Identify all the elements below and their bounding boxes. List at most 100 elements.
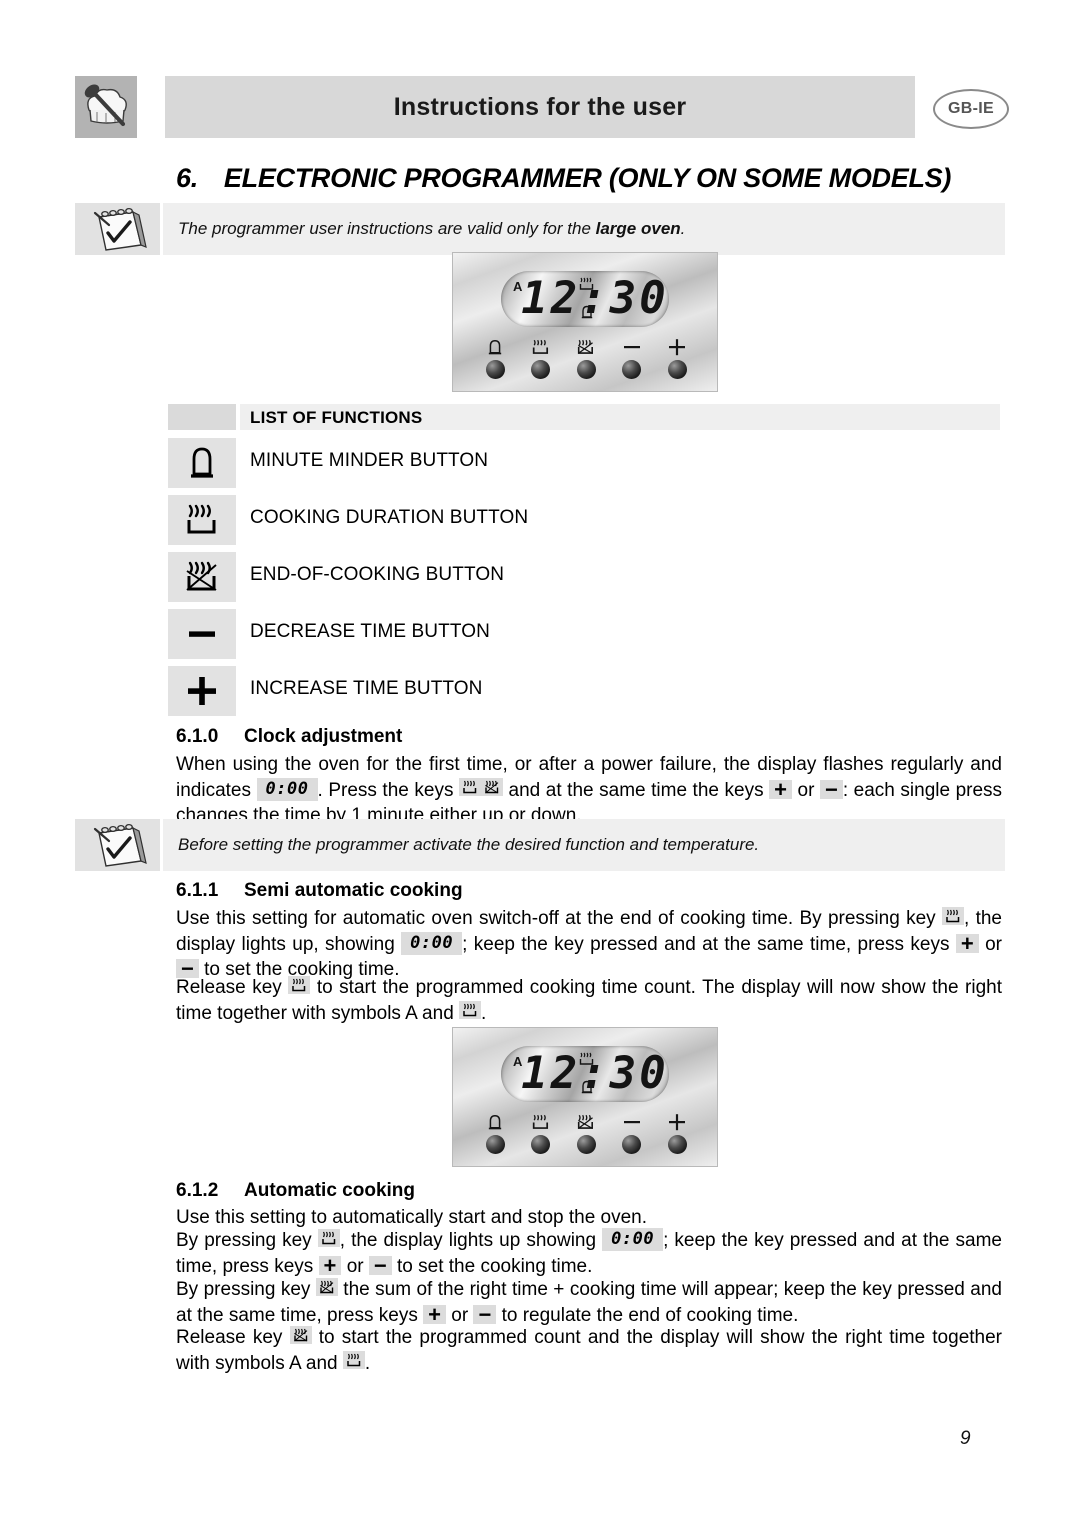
programmer-panel: A 12:30 (452, 252, 718, 392)
lcd-display: A 12:30 (501, 271, 669, 327)
minus-icon (168, 609, 236, 659)
minute-minder-icon (168, 438, 236, 488)
subsection-title: Clock adjustment (244, 726, 403, 747)
note-text: The programmer user instructions are val… (178, 219, 686, 238)
button-knob[interactable] (576, 1135, 596, 1154)
button-knob[interactable] (531, 1135, 550, 1154)
button-knob[interactable] (576, 360, 596, 379)
page-number: 9 (960, 1428, 971, 1449)
function-label: MINUTE MINDER BUTTON (250, 450, 489, 471)
cooking-duration-icon (459, 1001, 482, 1020)
button-knob[interactable] (531, 360, 550, 379)
function-row: END-OF-COOKING BUTTON (168, 552, 1000, 602)
function-label: DECREASE TIME BUTTON (250, 621, 490, 642)
function-row: MINUTE MINDER BUTTON (168, 438, 1000, 488)
cooking-duration-icon (317, 1228, 340, 1247)
plus-icon: + (769, 778, 792, 800)
subsection-heading-automatic: 6.1.2 Automatic cooking (176, 1180, 415, 1202)
lcd-zero-time-chip: 0:00 (401, 931, 463, 955)
header-swatch (168, 404, 236, 430)
subsection-number: 6.1.2 (176, 1180, 219, 1201)
section-number: 6. (176, 163, 198, 193)
cooking-duration-icon (288, 975, 311, 994)
button-knob[interactable] (622, 1135, 641, 1154)
semi-automatic-paragraph-2: Release key to start the programmed cook… (176, 975, 1003, 1024)
lcd-time-value: 12:30 (521, 273, 669, 324)
note-box: The programmer user instructions are val… (75, 203, 1005, 255)
button-end-of-cooking[interactable] (566, 337, 606, 379)
plus-icon (667, 1112, 687, 1132)
end-of-cooking-icon (289, 1325, 312, 1344)
cooking-duration-icon (532, 1112, 550, 1132)
button-end-of-cooking[interactable] (566, 1112, 606, 1154)
plus-icon: + (955, 932, 979, 954)
lcd-time-value: 12:30 (521, 1048, 669, 1099)
button-decrease-time[interactable] (612, 337, 652, 379)
end-of-cooking-icon (577, 337, 595, 357)
subsection-heading-semi-automatic: 6.1.1 Semi automatic cooking (176, 880, 463, 902)
end-of-cooking-icon (577, 1112, 595, 1132)
button-knob[interactable] (485, 1135, 505, 1154)
subsection-number: 6.1.0 (176, 726, 219, 747)
minus-icon (622, 1112, 642, 1132)
minus-icon: − (368, 1254, 392, 1276)
function-row: INCREASE TIME BUTTON (168, 666, 1000, 716)
subsection-heading-clock: 6.1.0 Clock adjustment (176, 726, 402, 748)
cooking-duration-icon (532, 337, 550, 357)
minus-icon (622, 337, 642, 357)
function-row: DECREASE TIME BUTTON (168, 609, 1000, 659)
button-increase-time[interactable] (657, 1112, 697, 1154)
notepad-check-icon (75, 819, 160, 871)
lcd-minute-minder-icon (581, 305, 593, 319)
function-label: COOKING DURATION BUTTON (250, 507, 529, 528)
note-body: The programmer user instructions are val… (163, 203, 1005, 255)
page-title: Instructions for the user (393, 92, 687, 121)
lcd-cooking-duration-icon (579, 1052, 594, 1065)
lcd-cooking-duration-icon (579, 277, 594, 290)
automatic-paragraph-3: By pressing key the sum of the right tim… (176, 1277, 1002, 1327)
subsection-title: Semi automatic cooking (244, 880, 463, 901)
section-title-text: ELECTRONIC PROGRAMMER (ONLY ON SOME MODE… (223, 163, 952, 193)
plus-icon: + (318, 1254, 342, 1276)
lcd-zero-time-chip: 0:00 (602, 1228, 664, 1252)
plus-icon: + (423, 1303, 446, 1325)
notepad-check-icon (75, 203, 160, 255)
function-label: END-OF-COOKING BUTTON (250, 564, 505, 585)
list-of-functions-header: LIST OF FUNCTIONS (168, 404, 1000, 430)
plus-icon (168, 666, 236, 716)
function-label: INCREASE TIME BUTTON (250, 678, 483, 699)
button-minute-minder[interactable] (475, 337, 515, 379)
list-of-functions-label: LIST OF FUNCTIONS (250, 408, 423, 427)
note-box: Before setting the programmer activate t… (75, 819, 1005, 871)
automatic-paragraph-4: Release key to start the programmed coun… (176, 1325, 1003, 1374)
cooking-duration-icon (941, 906, 964, 925)
button-minute-minder[interactable] (475, 1112, 515, 1154)
cooking-duration-icon (459, 778, 481, 797)
button-knob[interactable] (622, 360, 641, 379)
button-cooking-duration[interactable] (521, 337, 561, 379)
cooking-duration-icon (342, 1351, 365, 1370)
button-knob[interactable] (667, 1135, 687, 1154)
minute-minder-icon (488, 337, 502, 357)
end-of-cooking-icon (481, 778, 503, 797)
chef-hat-spoon-icon (75, 76, 137, 138)
button-knob[interactable] (667, 360, 687, 379)
lcd-minute-minder-icon (581, 1080, 593, 1094)
semi-automatic-paragraph-1: Use this setting for automatic oven swit… (176, 906, 1003, 982)
function-row: COOKING DURATION BUTTON (168, 495, 1000, 545)
cooking-duration-icon (168, 495, 236, 545)
minute-minder-icon (488, 1112, 502, 1132)
button-decrease-time[interactable] (612, 1112, 652, 1154)
button-knob[interactable] (485, 360, 505, 379)
section-heading: 6. ELECTRONIC PROGRAMMER (ONLY ON SOME MO… (176, 163, 1006, 194)
end-of-cooking-icon (315, 1277, 338, 1296)
page-header: Instructions for the user GB-IE (75, 76, 1009, 138)
minus-icon: − (819, 778, 843, 800)
button-cooking-duration[interactable] (521, 1112, 561, 1154)
button-increase-time[interactable] (657, 337, 697, 379)
language-badge: GB-IE (933, 89, 1009, 129)
note-body: Before setting the programmer activate t… (163, 819, 1005, 871)
programmer-button-row (475, 337, 697, 379)
header-title-band: Instructions for the user (165, 76, 915, 138)
lcd-display: A 12:30 (501, 1046, 669, 1102)
